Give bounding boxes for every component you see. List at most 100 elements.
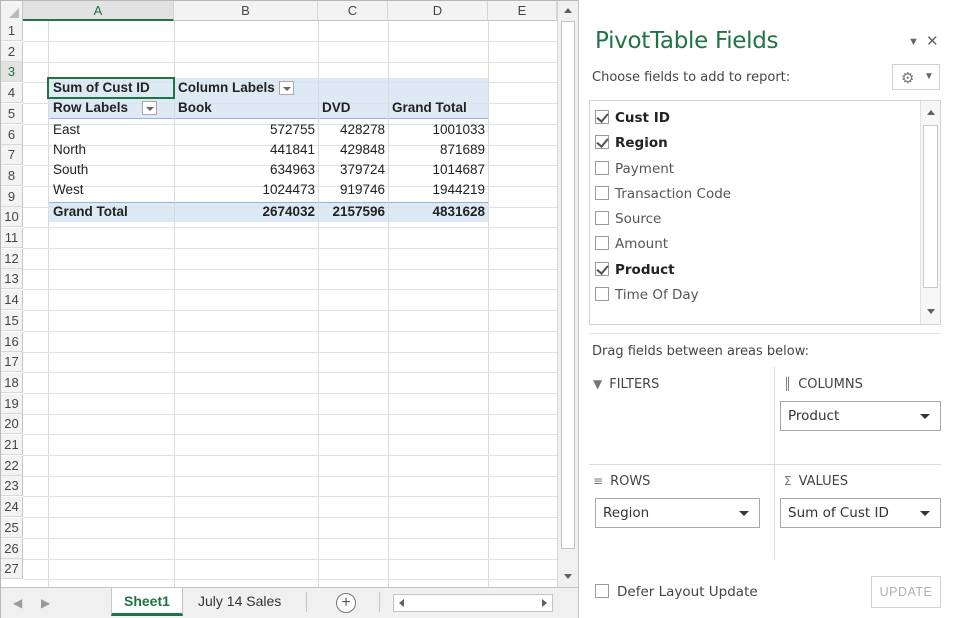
field-transaction-code[interactable]: Transaction Code <box>595 183 731 205</box>
column-header-d[interactable]: D <box>388 1 488 21</box>
row-header[interactable]: 27 <box>1 559 23 580</box>
checkbox[interactable] <box>595 211 609 225</box>
tab-sheet1[interactable]: Sheet1 <box>111 588 183 616</box>
tools-button[interactable]: ⚙ ▼ <box>892 64 940 90</box>
checkbox[interactable] <box>595 236 609 250</box>
checkbox[interactable] <box>595 186 609 200</box>
row-header[interactable]: 5 <box>1 103 23 124</box>
grand-total-label[interactable]: Grand Total <box>50 202 131 222</box>
row-header[interactable]: 26 <box>1 538 23 559</box>
row-header[interactable]: 10 <box>1 207 23 228</box>
row-header[interactable]: 17 <box>1 352 23 373</box>
pivot-cell[interactable]: 441841 <box>174 140 318 160</box>
row-header[interactable]: 18 <box>1 372 23 393</box>
tab-scroll-right-icon[interactable]: ▶ <box>41 596 50 610</box>
row-header[interactable]: 25 <box>1 517 23 538</box>
column-header-a[interactable]: A <box>23 1 174 21</box>
horizontal-scrollbar[interactable] <box>393 594 553 612</box>
row-header[interactable]: 8 <box>1 165 23 186</box>
field-time-of-day[interactable]: Time Of Day <box>595 284 699 306</box>
select-all-corner[interactable] <box>1 1 23 21</box>
pivot-col-grand-total[interactable]: Grand Total <box>389 98 470 118</box>
row-header[interactable]: 14 <box>1 290 23 311</box>
pivot-cell[interactable]: 1014687 <box>388 160 488 180</box>
field-cust-id[interactable]: Cust ID <box>595 107 670 129</box>
row-header[interactable]: 4 <box>1 83 23 104</box>
pivot-row-labels[interactable]: Row Labels <box>50 98 174 118</box>
row-header[interactable]: 3 <box>1 62 23 83</box>
column-header-c[interactable]: C <box>318 1 388 21</box>
field-amount[interactable]: Amount <box>595 233 668 255</box>
checkbox[interactable] <box>595 110 609 124</box>
row-header[interactable]: 21 <box>1 435 23 455</box>
checkbox[interactable] <box>595 135 609 149</box>
pivot-col-dvd[interactable]: DVD <box>319 98 354 118</box>
scroll-thumb[interactable] <box>923 125 938 288</box>
scroll-down-icon[interactable] <box>921 303 941 321</box>
row-header[interactable]: 12 <box>1 248 23 269</box>
update-button[interactable]: UPDATE <box>871 576 941 608</box>
pivot-cell[interactable]: 634963 <box>174 160 318 180</box>
scroll-up-icon[interactable] <box>921 103 941 121</box>
cell-grid[interactable]: A B C D E 1 2 3 4 5 6 7 8 9 10 11 12 13 14 15 16 17 18 19 2… <box>1 1 557 587</box>
columns-field-product[interactable]: Product <box>780 401 941 431</box>
row-header[interactable]: 16 <box>1 331 23 352</box>
pivot-cell[interactable]: 572755 <box>174 120 318 140</box>
tab-scroll-left-icon[interactable]: ◀ <box>13 596 22 610</box>
grand-total-total[interactable]: 4831628 <box>388 202 488 222</box>
pivot-cell[interactable]: 428278 <box>318 120 388 140</box>
checkbox[interactable] <box>595 287 609 301</box>
checkbox[interactable] <box>595 161 609 175</box>
field-source[interactable]: Source <box>595 208 661 230</box>
row-header[interactable]: 23 <box>1 476 23 497</box>
pane-options-icon[interactable]: ▼ <box>908 36 919 48</box>
row-header[interactable]: 7 <box>1 145 23 166</box>
defer-layout-update[interactable]: Defer Layout Update <box>595 584 758 600</box>
column-labels-filter-button[interactable] <box>278 81 294 96</box>
row-header[interactable]: 2 <box>1 41 23 62</box>
row-header[interactable]: 22 <box>1 455 23 476</box>
pivot-row-label[interactable]: North <box>50 140 89 160</box>
field-list-scrollbar[interactable] <box>920 101 940 324</box>
pivot-row-label[interactable]: East <box>50 120 83 140</box>
pivot-row-label[interactable]: West <box>50 180 87 200</box>
row-header[interactable]: 15 <box>1 310 23 331</box>
pivot-row-label[interactable]: South <box>50 160 91 180</box>
pivot-cell[interactable]: 1001033 <box>388 120 488 140</box>
field-region[interactable]: Region <box>595 132 668 154</box>
row-header[interactable]: 9 <box>1 186 23 207</box>
pivot-cell[interactable]: 1024473 <box>174 180 318 200</box>
pivot-cell[interactable]: 1944219 <box>388 180 488 200</box>
defer-checkbox[interactable] <box>595 584 609 598</box>
scroll-down-icon[interactable] <box>558 568 578 586</box>
pivot-col-book[interactable]: Book <box>175 98 215 118</box>
pivot-cell[interactable]: 379724 <box>318 160 388 180</box>
vertical-scrollbar[interactable] <box>557 1 578 587</box>
column-header-e[interactable]: E <box>488 1 557 21</box>
pivot-cell[interactable]: 919746 <box>318 180 388 200</box>
row-header[interactable]: 20 <box>1 414 23 435</box>
values-field-sum-cust-id[interactable]: Sum of Cust ID <box>780 498 941 528</box>
rows-field-region[interactable]: Region <box>595 498 760 528</box>
grand-total-book[interactable]: 2674032 <box>174 202 318 222</box>
row-header[interactable]: 1 <box>1 21 23 41</box>
pivot-cell[interactable]: 871689 <box>388 140 488 160</box>
scroll-left-icon[interactable] <box>394 595 410 611</box>
row-labels-filter-button[interactable] <box>142 101 158 116</box>
scroll-up-icon[interactable] <box>558 1 578 19</box>
field-product[interactable]: Product <box>595 259 675 281</box>
scroll-right-icon[interactable] <box>536 595 552 611</box>
field-payment[interactable]: Payment <box>595 158 674 180</box>
close-icon[interactable]: ✕ <box>926 32 939 50</box>
row-header[interactable]: 19 <box>1 393 23 414</box>
scroll-thumb[interactable] <box>561 21 575 549</box>
tab-july-14-sales[interactable]: July 14 Sales <box>186 588 293 616</box>
checkbox[interactable] <box>595 262 609 276</box>
add-sheet-icon[interactable]: + <box>336 593 356 613</box>
row-header[interactable]: 6 <box>1 124 23 145</box>
row-header[interactable]: 24 <box>1 497 23 518</box>
pivot-cell[interactable]: 429848 <box>318 140 388 160</box>
column-header-b[interactable]: B <box>174 1 318 21</box>
row-header[interactable]: 13 <box>1 269 23 290</box>
pivot-column-labels[interactable]: Column Labels <box>175 78 297 98</box>
